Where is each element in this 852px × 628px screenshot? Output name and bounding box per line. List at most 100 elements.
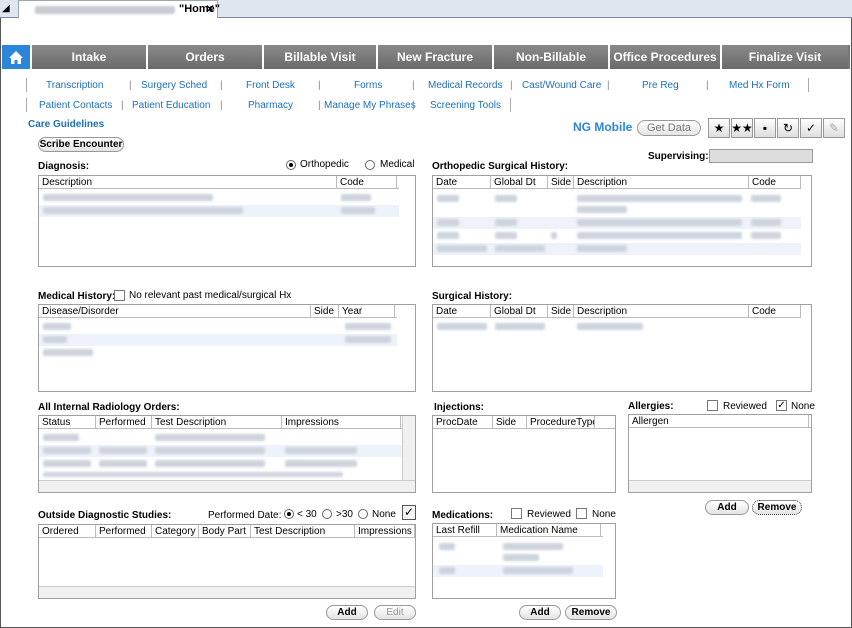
top-nav: Intake Orders Billable Visit New Fractur… <box>2 45 850 69</box>
table-row[interactable] <box>433 217 801 229</box>
table-row[interactable] <box>39 321 397 333</box>
table-row[interactable] <box>433 321 801 333</box>
nav-office-procedures[interactable]: Office Procedures <box>610 45 722 69</box>
table-row[interactable] <box>433 541 603 565</box>
link-pharmacy[interactable]: Pharmacy <box>248 100 293 111</box>
nav-intake[interactable]: Intake <box>32 45 148 69</box>
link-patient-contacts[interactable]: Patient Contacts <box>39 100 112 111</box>
medications-label: Medications: <box>432 510 494 521</box>
col-date: Date <box>433 305 491 317</box>
no-relevant-hx-label: No relevant past medical/surgical Hx <box>129 290 292 301</box>
table-row[interactable] <box>39 192 399 204</box>
medications-remove-button[interactable]: Remove <box>565 605 617 620</box>
col-side: Side <box>548 176 574 188</box>
col-description: Description <box>574 176 749 188</box>
link-manage-my-phrases[interactable]: Manage My Phrases <box>324 100 416 111</box>
col-medication-name: Medication Name <box>497 524 601 536</box>
outside-studies-grid[interactable]: Ordered Performed Category Body Part Tes… <box>38 524 416 599</box>
link-surgery-sched[interactable]: Surgery Sched <box>141 80 207 91</box>
link-front-desk[interactable]: Front Desk <box>246 80 295 91</box>
clipboard-icon[interactable]: ✓ <box>800 118 822 138</box>
col-body-part: Body Part <box>199 525 251 537</box>
allergies-reviewed-checkbox[interactable] <box>707 400 718 411</box>
nav-finalize-visit[interactable]: Finalize Visit <box>722 45 848 69</box>
lt30-radio[interactable] <box>284 509 294 519</box>
tab-home[interactable]: "Home" ✕ <box>18 0 220 18</box>
table-row[interactable] <box>39 347 397 359</box>
outside-edit-button[interactable]: Edit <box>374 605 416 620</box>
radiology-orders-grid[interactable]: Status Performed Test Description Impres… <box>38 415 416 493</box>
injections-label: Injections: <box>434 402 485 413</box>
table-row[interactable] <box>39 334 397 346</box>
link-medical-records[interactable]: Medical Records <box>428 80 502 91</box>
no-relevant-hx-checkbox[interactable] <box>114 290 125 301</box>
allergies-horizontal-scrollbar[interactable] <box>629 480 811 492</box>
orthopedic-radio[interactable] <box>286 160 296 170</box>
table-row[interactable] <box>433 230 801 242</box>
care-guidelines-link[interactable]: Care Guidelines <box>28 119 104 130</box>
table-row[interactable] <box>433 243 801 255</box>
tab-blurred-title <box>35 6 175 14</box>
none-radio[interactable] <box>358 509 368 519</box>
gt30-radio[interactable] <box>322 509 332 519</box>
col-global-dt: Global Dt <box>491 305 548 317</box>
link-cast-wound-care[interactable]: Cast/Wound Care <box>522 80 601 91</box>
link-pre-reg[interactable]: Pre Reg <box>642 80 679 91</box>
surgical-history-grid[interactable]: Date Global Dt Side Description Code <box>432 304 812 392</box>
scribe-encounter-button[interactable]: Scribe Encounter <box>38 137 124 152</box>
orthopedic-label: Orthopedic <box>300 159 349 170</box>
link-med-hx-form[interactable]: Med Hx Form <box>729 80 790 91</box>
table-row[interactable] <box>39 432 403 444</box>
table-row[interactable] <box>433 565 603 577</box>
allergies-add-button[interactable]: Add <box>705 500 749 515</box>
home-button[interactable] <box>2 45 32 69</box>
star-icon[interactable]: ★ <box>708 118 730 138</box>
ortho-surgical-history-grid[interactable]: Date Global Dt Side Description Code <box>432 175 812 267</box>
radiology-horizontal-scrollbar[interactable] <box>39 480 415 492</box>
medical-history-label: Medical History: <box>38 291 116 302</box>
nav-billable-visit[interactable]: Billable Visit <box>264 45 378 69</box>
radiology-vertical-scrollbar[interactable] <box>402 416 415 480</box>
medications-none-checkbox[interactable] <box>576 508 587 519</box>
table-row[interactable] <box>433 193 801 205</box>
nav-new-fracture[interactable]: New Fracture <box>378 45 494 69</box>
nav-orders[interactable]: Orders <box>148 45 264 69</box>
tab-strip: ◢ "Home" ✕ <box>0 0 852 18</box>
link-screening-tools[interactable]: Screening Tools <box>430 100 501 111</box>
allergies-none-checkbox[interactable]: ✓ <box>776 400 787 411</box>
refresh-icon[interactable]: ↻ <box>777 118 799 138</box>
link-forms[interactable]: Forms <box>354 80 382 91</box>
ortho-surgical-history-label: Orthopedic Surgical History: <box>432 161 569 172</box>
get-data-button[interactable]: Get Data <box>637 120 701 136</box>
medical-history-grid[interactable]: Disease/Disorder Side Year <box>38 304 416 392</box>
outside-horizontal-scrollbar[interactable] <box>39 586 415 598</box>
home-icon <box>9 50 23 64</box>
col-impressions: Impressions <box>282 416 401 428</box>
outside-add-button[interactable]: Add <box>326 605 368 620</box>
surgical-history-label: Surgical History: <box>432 291 513 302</box>
link-transcription[interactable]: Transcription <box>46 80 103 91</box>
link-patient-education[interactable]: Patient Education <box>132 100 210 111</box>
table-row[interactable] <box>39 205 399 217</box>
col-description: Description <box>574 305 749 317</box>
table-row[interactable] <box>39 458 403 470</box>
medications-add-button[interactable]: Add <box>519 605 561 620</box>
medications-grid[interactable]: Last Refill Medication Name <box>432 523 616 599</box>
table-row[interactable] <box>39 445 403 457</box>
nav-non-billable[interactable]: Non-Billable <box>494 45 610 69</box>
medications-reviewed-checkbox[interactable] <box>511 508 522 519</box>
tab-scroll-left-icon[interactable]: ◢ <box>2 3 10 15</box>
allergies-remove-button[interactable]: Remove <box>752 500 802 515</box>
outside-studies-label: Outside Diagnostic Studies: <box>38 510 172 521</box>
allergies-grid[interactable]: Allergen <box>628 414 812 493</box>
injections-grid[interactable]: ProcDate Side ProcedureType <box>432 415 616 493</box>
col-side: Side <box>548 305 574 317</box>
double-star-icon[interactable]: ★★ <box>731 118 753 138</box>
tab-close-icon[interactable]: ✕ <box>205 2 215 16</box>
diagnosis-grid[interactable]: Description Code <box>38 175 416 267</box>
save-icon[interactable]: ▪ <box>754 118 776 138</box>
supervising-field[interactable] <box>709 149 813 163</box>
outside-checkmark-button[interactable]: ✓ <box>402 505 416 520</box>
eraser-icon[interactable]: ✎ <box>823 118 845 138</box>
medical-radio[interactable] <box>365 160 375 170</box>
